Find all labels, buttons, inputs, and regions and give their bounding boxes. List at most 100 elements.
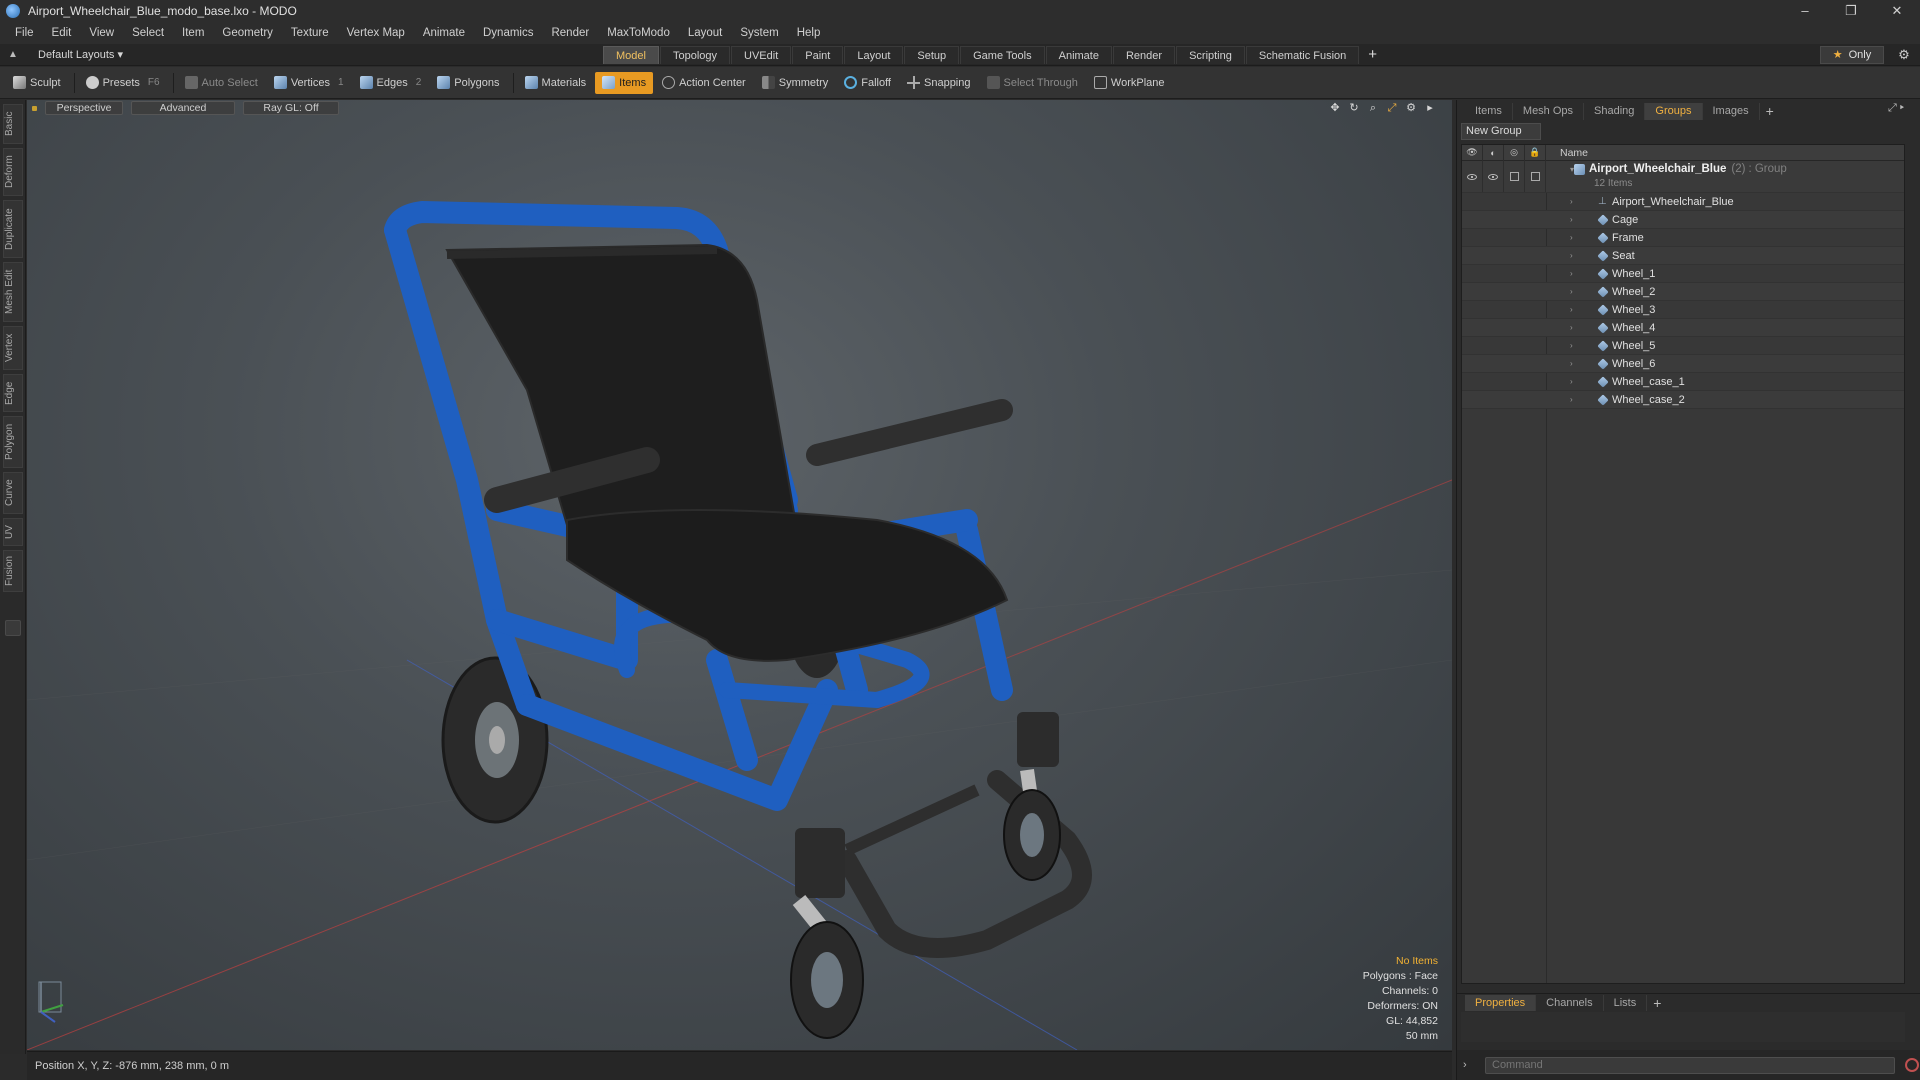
polygons-button[interactable]: Polygons <box>430 72 506 94</box>
menu-help[interactable]: Help <box>788 27 830 39</box>
presets-button[interactable]: Presets F6 <box>79 72 167 94</box>
menu-select[interactable]: Select <box>123 27 173 39</box>
tab-render[interactable]: Render <box>1112 46 1176 64</box>
list-item[interactable]: › Wheel_6 <box>1462 355 1904 373</box>
vtab-polygon[interactable]: Polygon <box>3 416 23 468</box>
vtab-vertex[interactable]: Vertex <box>3 326 23 370</box>
lock-toggle[interactable] <box>1530 172 1540 181</box>
tab-shading[interactable]: Shading <box>1584 102 1646 120</box>
3d-viewport[interactable]: Perspective Advanced Ray GL: Off ✥ ↻ ⌕ ⤢… <box>27 100 1452 1050</box>
tab-topology[interactable]: Topology <box>659 46 731 64</box>
viewport-expand-icon[interactable]: ▸ <box>1422 101 1438 115</box>
new-group-button[interactable]: New Group <box>1461 123 1541 140</box>
palette-toggle-button[interactable] <box>5 620 21 636</box>
command-input[interactable] <box>1485 1056 1895 1074</box>
sculpt-button[interactable]: Sculpt <box>6 72 68 94</box>
command-history-icon[interactable]: › <box>1463 1059 1473 1071</box>
materials-button[interactable]: Materials <box>518 72 594 94</box>
eye-icon[interactable] <box>1467 173 1477 180</box>
menu-vertex-map[interactable]: Vertex Map <box>338 27 414 39</box>
list-item[interactable]: › Cage <box>1462 211 1904 229</box>
falloff-button[interactable]: Falloff <box>837 72 898 94</box>
close-button[interactable]: ✕ <box>1874 0 1920 22</box>
vertices-button[interactable]: Vertices 1 <box>267 72 351 94</box>
list-item[interactable]: › Wheel_5 <box>1462 337 1904 355</box>
list-item[interactable]: › Wheel_2 <box>1462 283 1904 301</box>
tab-animate[interactable]: Animate <box>1045 46 1112 64</box>
expand-arrow-icon[interactable]: › <box>1570 233 1578 242</box>
viewport-menu-icon[interactable] <box>32 105 37 111</box>
stop-icon[interactable] <box>1905 1058 1919 1072</box>
expand-arrow-icon[interactable]: › <box>1570 287 1578 296</box>
view-mode-dropdown[interactable]: Perspective <box>45 101 123 115</box>
add-panel-tab-button[interactable]: + <box>1760 103 1780 119</box>
vtab-basic[interactable]: Basic <box>3 104 23 144</box>
group-row[interactable]: ▾ Airport_Wheelchair_Blue (2) : Group 12… <box>1462 161 1904 193</box>
vtab-edge[interactable]: Edge <box>3 374 23 412</box>
select-through-button[interactable]: Select Through <box>980 72 1085 94</box>
expand-arrow-icon[interactable]: › <box>1570 215 1578 224</box>
auto-select-button[interactable]: Auto Select <box>178 72 265 94</box>
symmetry-button[interactable]: Symmetry <box>755 72 836 94</box>
menu-dynamics[interactable]: Dynamics <box>474 27 542 39</box>
menu-render[interactable]: Render <box>542 27 598 39</box>
menu-view[interactable]: View <box>80 27 123 39</box>
shading-dropdown[interactable]: Advanced <box>131 101 235 115</box>
list-item[interactable]: › Frame <box>1462 229 1904 247</box>
tab-groups[interactable]: Groups <box>1645 102 1703 120</box>
vtab-uv[interactable]: UV <box>3 518 23 546</box>
list-item[interactable]: › Wheel_case_2 <box>1462 391 1904 409</box>
pan-icon[interactable]: ✥ <box>1327 101 1343 115</box>
menu-layout[interactable]: Layout <box>679 27 732 39</box>
select-toggle[interactable] <box>1509 172 1519 181</box>
menu-animate[interactable]: Animate <box>414 27 474 39</box>
tab-images[interactable]: Images <box>1703 102 1760 120</box>
menu-texture[interactable]: Texture <box>282 27 338 39</box>
select-column-icon[interactable]: ◎ <box>1504 145 1525 161</box>
menu-item[interactable]: Item <box>173 27 213 39</box>
raygl-dropdown[interactable]: Ray GL: Off <box>243 101 339 115</box>
vtab-duplicate[interactable]: Duplicate <box>3 200 23 258</box>
snapping-button[interactable]: Snapping <box>900 72 978 94</box>
name-column-header[interactable]: Name <box>1560 147 1588 159</box>
list-item[interactable]: › ⊥ Airport_Wheelchair_Blue <box>1462 193 1904 211</box>
menu-maxtomodo[interactable]: MaxToModo <box>598 27 679 39</box>
list-item[interactable]: › Wheel_case_1 <box>1462 373 1904 391</box>
menu-geometry[interactable]: Geometry <box>213 27 282 39</box>
tab-channels[interactable]: Channels <box>1536 994 1604 1011</box>
expand-arrow-icon[interactable]: › <box>1570 269 1578 278</box>
list-item[interactable]: › Wheel_1 <box>1462 265 1904 283</box>
edges-button[interactable]: Edges 2 <box>353 72 429 94</box>
vtab-deform[interactable]: Deform <box>3 148 23 196</box>
fit-icon[interactable]: ⤢ <box>1384 101 1400 115</box>
tab-game-tools[interactable]: Game Tools <box>960 46 1045 64</box>
vtab-curve[interactable]: Curve <box>3 472 23 514</box>
zoom-icon[interactable]: ⌕ <box>1365 101 1381 115</box>
list-item[interactable]: › Wheel_3 <box>1462 301 1904 319</box>
tab-setup[interactable]: Setup <box>904 46 960 64</box>
tab-model[interactable]: Model <box>603 46 659 64</box>
tab-paint[interactable]: Paint <box>792 46 844 64</box>
tab-uvedit[interactable]: UVEdit <box>731 46 792 64</box>
list-item[interactable]: › Seat <box>1462 247 1904 265</box>
vtab-mesh-edit[interactable]: Mesh Edit <box>3 262 23 322</box>
tab-mesh-ops[interactable]: Mesh Ops <box>1513 102 1585 120</box>
expand-arrow-icon[interactable]: › <box>1570 341 1578 350</box>
visibility-column-icon[interactable]: 👁 <box>1462 145 1483 161</box>
items-button[interactable]: Items <box>595 71 654 94</box>
expand-arrow-icon[interactable]: › <box>1570 359 1578 368</box>
add-tab-button[interactable]: + <box>1360 46 1385 64</box>
expand-arrow-icon[interactable]: › <box>1570 377 1578 386</box>
vtab-fusion[interactable]: Fusion <box>3 550 23 592</box>
expand-arrow-icon[interactable]: › <box>1570 251 1578 260</box>
tab-items[interactable]: Items <box>1465 102 1513 120</box>
panel-expand-icon[interactable]: ⤢ ▸ <box>1888 102 1914 115</box>
viewport-settings-icon[interactable]: ⚙ <box>1403 101 1419 115</box>
lock-column-icon[interactable]: 🔒 <box>1525 145 1546 161</box>
expand-arrow-icon[interactable]: › <box>1570 395 1578 404</box>
tab-scripting[interactable]: Scripting <box>1176 46 1245 64</box>
workplane-button[interactable]: WorkPlane <box>1087 72 1172 94</box>
gear-icon[interactable]: ⚙ <box>1896 47 1912 63</box>
tab-layout[interactable]: Layout <box>844 46 904 64</box>
tab-lists[interactable]: Lists <box>1604 994 1648 1011</box>
